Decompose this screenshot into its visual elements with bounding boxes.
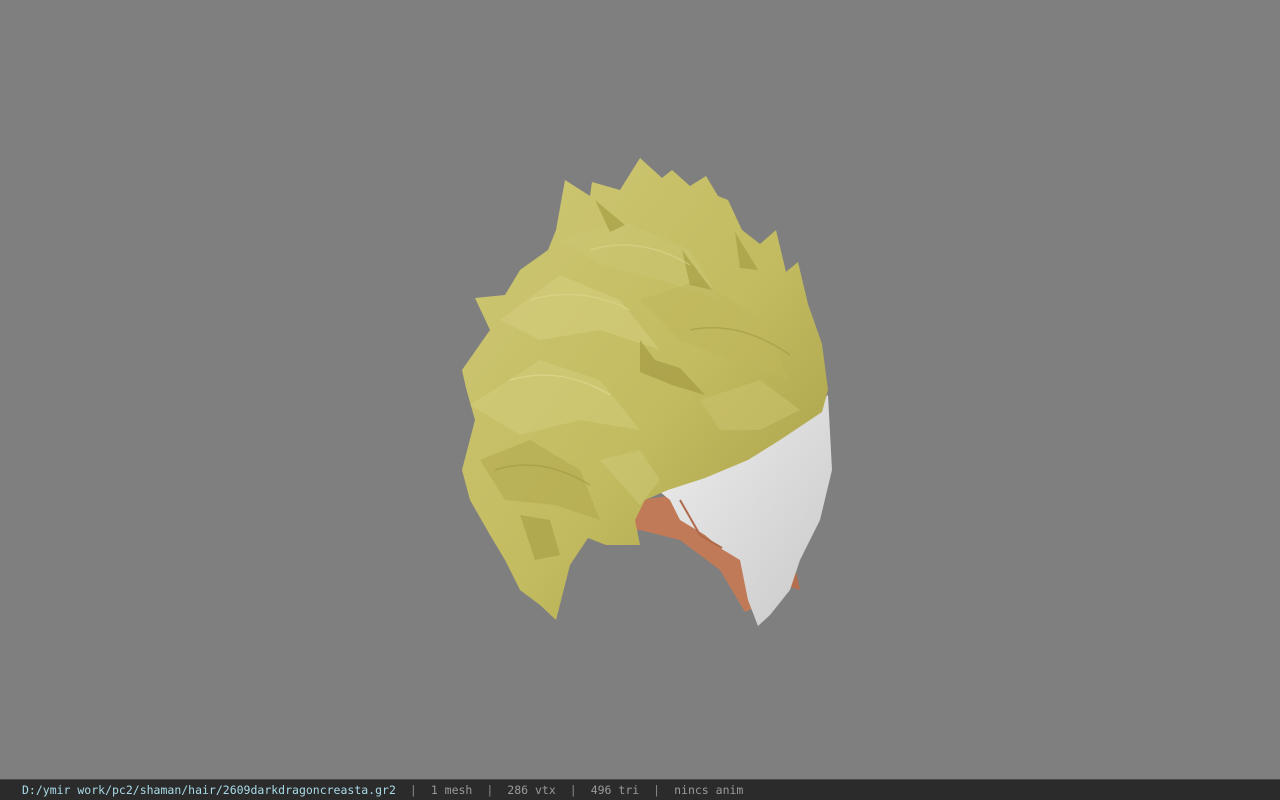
status-separator: | (486, 783, 494, 797)
status-separator: | (409, 783, 417, 797)
status-bar: D:/ymir work/pc2/shaman/hair/2609darkdra… (0, 779, 1280, 800)
3d-viewport[interactable] (0, 0, 1280, 779)
triangle-count: 496 tri (590, 783, 640, 797)
file-path: D:/ymir work/pc2/shaman/hair/2609darkdra… (22, 783, 396, 797)
animation-status: nincs anim (674, 783, 744, 797)
mesh-count: 1 mesh (430, 783, 473, 797)
hair-mesh-model[interactable] (0, 0, 1280, 779)
status-separator: | (653, 783, 661, 797)
status-separator: | (569, 783, 577, 797)
vertex-count: 286 vtx (507, 783, 556, 797)
